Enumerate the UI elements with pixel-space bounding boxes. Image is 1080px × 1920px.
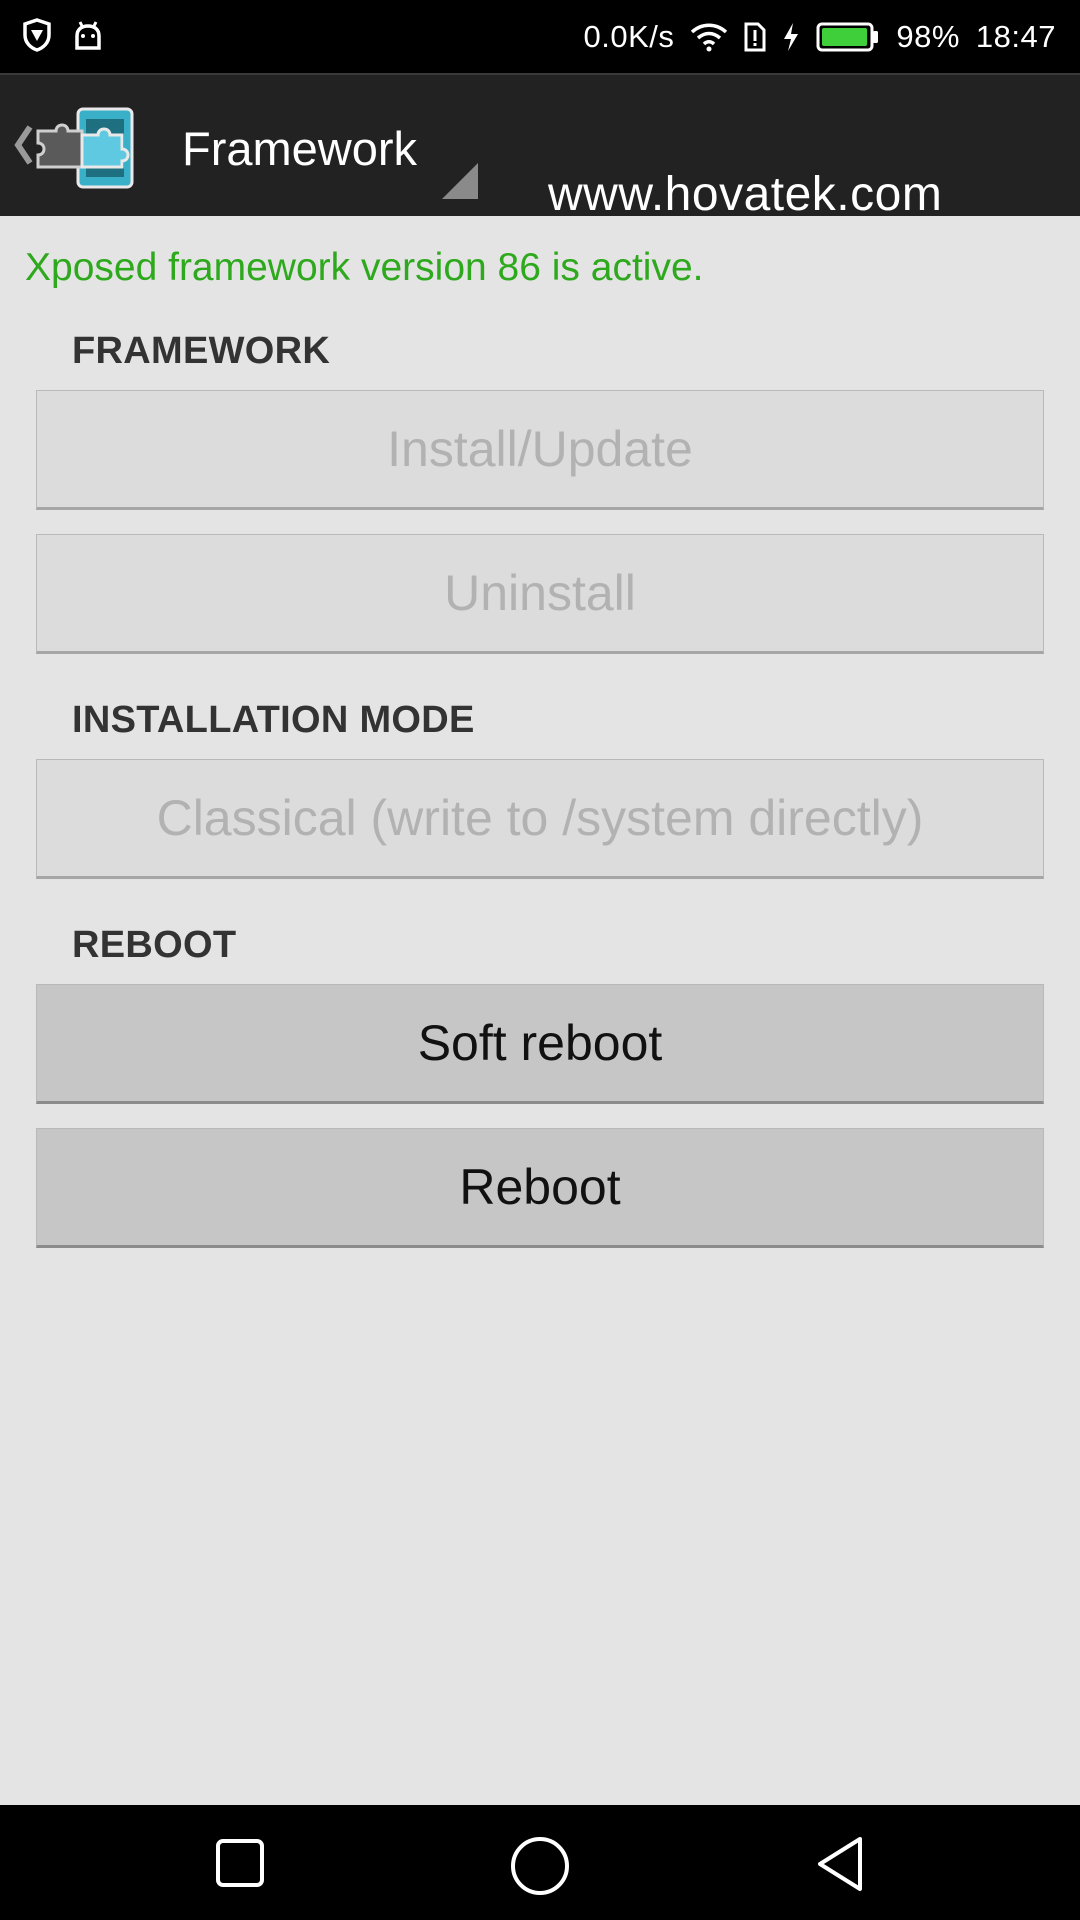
soft-reboot-button[interactable]: Soft reboot — [36, 984, 1044, 1104]
uninstall-button[interactable]: Uninstall — [36, 534, 1044, 654]
charging-icon — [782, 22, 800, 52]
wifi-icon — [690, 22, 728, 52]
home-icon[interactable] — [509, 1835, 571, 1902]
chevron-left-icon — [12, 123, 34, 172]
shield-icon — [22, 18, 52, 57]
reboot-button[interactable]: Reboot — [36, 1128, 1044, 1248]
battery-percent: 98% — [896, 18, 960, 54]
back-icon[interactable] — [812, 1835, 868, 1898]
installation-mode-button[interactable]: Classical (write to /system directly) — [36, 759, 1044, 879]
android-icon — [72, 20, 104, 55]
status-bar: 0.0K/s 98% 18:47 — [0, 0, 1080, 73]
clock: 18:47 — [975, 18, 1056, 54]
sim-alert-icon — [744, 22, 766, 52]
install-update-button[interactable]: Install/Update — [36, 390, 1044, 510]
page-title: Framework — [182, 122, 418, 175]
network-speed: 0.0K/s — [583, 18, 675, 54]
action-bar: Framework www.hovatek.com — [0, 73, 1080, 221]
xposed-puzzle-icon — [36, 105, 136, 196]
navigation-bar — [0, 1805, 1080, 1920]
watermark: www.hovatek.com — [548, 168, 943, 221]
battery-icon — [816, 22, 880, 52]
section-header-framework: FRAMEWORK — [72, 330, 331, 372]
section-header-installation-mode: INSTALLATION MODE — [72, 699, 475, 741]
recents-icon[interactable] — [214, 1835, 268, 1896]
spinner-dropdown-icon — [442, 163, 478, 199]
framework-status-text: Xposed framework version 86 is active. — [25, 246, 704, 289]
section-header-reboot: REBOOT — [72, 924, 237, 966]
